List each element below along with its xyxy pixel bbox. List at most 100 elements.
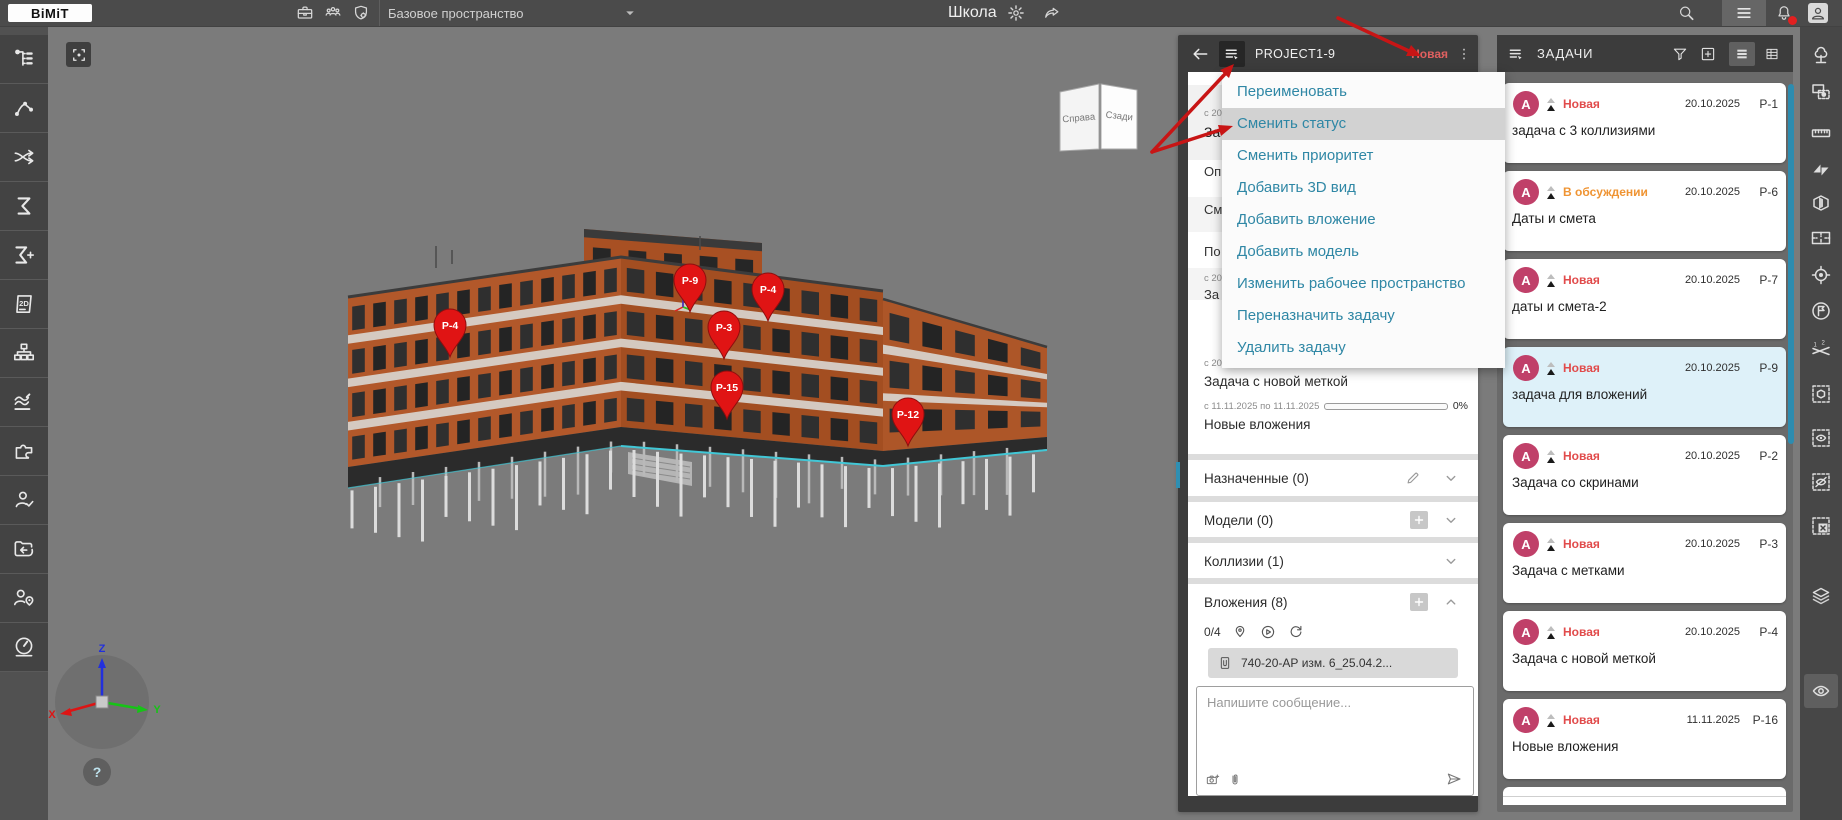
sidebar-item-sheet-2d[interactable]: 2D — [0, 280, 48, 329]
task-card-P-1[interactable]: A Новая 20.10.2025 P-1 задача с 3 коллизиями — [1503, 83, 1786, 163]
priority-icon — [1546, 96, 1556, 112]
sidebar-item-sum[interactable] — [0, 182, 48, 231]
chevron-up-icon[interactable] — [1442, 593, 1460, 611]
ruler-icon — [1809, 121, 1833, 145]
tool-selection-clear[interactable] — [1804, 509, 1838, 543]
task-card-P-9[interactable]: A Новая 20.10.2025 P-9 задача для вложений — [1503, 347, 1786, 427]
chevron-down-icon[interactable] — [1442, 511, 1460, 529]
task-card-P-6[interactable]: A В обсуждении 20.10.2025 P-6 Даты и смета — [1503, 171, 1786, 251]
workspace-selector[interactable]: Базовое пространство — [388, 0, 524, 26]
menu-item[interactable]: Переименовать — [1222, 76, 1505, 108]
kebab-icon[interactable] — [1456, 46, 1472, 62]
menu-item[interactable]: Сменить приоритет — [1222, 140, 1505, 172]
attachment-item[interactable]: 740-20-АР изм. 6_25.04.2... — [1208, 648, 1458, 678]
task-card-P-3[interactable]: A Новая 20.10.2025 P-3 Задача с метками — [1503, 523, 1786, 603]
admin-icon[interactable] — [351, 3, 371, 23]
menu-item[interactable]: Удалить задачу — [1222, 332, 1505, 364]
filter-icon[interactable] — [1671, 45, 1689, 63]
account-icon[interactable] — [1808, 3, 1828, 23]
tool-selection-eye[interactable] — [1804, 421, 1838, 455]
sidebar-item-gauge[interactable] — [0, 623, 48, 672]
chevron-down-icon[interactable] — [620, 3, 640, 23]
pin-filter-icon[interactable] — [1231, 623, 1249, 641]
projects-icon[interactable] — [295, 3, 315, 23]
app-logo[interactable]: BiMiT — [8, 4, 92, 22]
chevron-down-icon[interactable] — [1442, 552, 1460, 570]
section-Вложения (8)[interactable]: Вложения (8) — [1188, 584, 1478, 620]
message-input[interactable]: Напишите сообщение... — [1207, 695, 1351, 710]
sidebar-item-user-location[interactable] — [0, 574, 48, 623]
tool-cube-section[interactable] — [1804, 186, 1838, 220]
share-icon[interactable] — [1042, 3, 1062, 23]
notifications-button[interactable] — [1774, 3, 1797, 25]
sidebar-item-connections[interactable] — [0, 84, 48, 133]
sidebar-item-folder-transfer[interactable] — [0, 525, 48, 574]
tool-ruler[interactable] — [1804, 116, 1838, 150]
task-id: P-2 — [1759, 449, 1778, 463]
plan-view-icon — [1809, 226, 1833, 250]
avatar: A — [1513, 91, 1539, 117]
sidebar-item-sum-add[interactable] — [0, 231, 48, 280]
section-Коллизии (1)[interactable]: Коллизии (1) — [1188, 543, 1478, 579]
sidebar-item-org-chart[interactable] — [0, 329, 48, 378]
play-icon[interactable] — [1259, 623, 1277, 641]
add-task-icon[interactable] — [1699, 45, 1717, 63]
edit-icon[interactable] — [1404, 469, 1422, 487]
tool-selection-cube[interactable] — [1804, 377, 1838, 411]
subtask-row[interactable]: с 11.11.2025 по 11.11.2025 0% Новые вложен… — [1204, 399, 1468, 432]
attach-icon[interactable] — [1227, 772, 1243, 788]
team-icon[interactable] — [323, 3, 343, 23]
add-button[interactable] — [1410, 511, 1428, 529]
help-button[interactable]: ? — [83, 758, 111, 786]
table-view-button[interactable] — [1759, 42, 1785, 66]
tool-selection-eye-off[interactable] — [1804, 465, 1838, 499]
menu-item[interactable]: Переназначить задачу — [1222, 300, 1505, 332]
refresh-icon[interactable] — [1287, 623, 1305, 641]
sidebar-item-plugin-puzzle[interactable] — [0, 427, 48, 476]
task-card-P-7[interactable]: A Новая 20.10.2025 P-7 даты и смета-2 — [1503, 259, 1786, 339]
section-Модели (0)[interactable]: Модели (0) — [1188, 502, 1478, 538]
scrollbar[interactable] — [1788, 84, 1794, 444]
tool-locate-target[interactable] — [1804, 258, 1838, 292]
svg-text:2: 2 — [1822, 341, 1826, 347]
tool-grid-axes[interactable]: 12 — [1804, 334, 1838, 368]
tool-screenshot-frames[interactable] — [1804, 75, 1838, 109]
task-menu-button[interactable] — [1219, 40, 1245, 67]
task-card-P-2[interactable]: A Новая 20.10.2025 P-2 Задача со скринами — [1503, 435, 1786, 515]
tool-visibility[interactable] — [1804, 674, 1838, 708]
send-icon[interactable] — [1445, 770, 1463, 788]
section-Назначенные (0)[interactable]: Назначенные (0) — [1188, 460, 1478, 496]
sidebar-item-user-check[interactable] — [0, 476, 48, 525]
obscured-text: По — [1204, 244, 1221, 259]
camera-icon[interactable] — [1205, 772, 1221, 788]
attachments-counter: 0/4 — [1204, 625, 1221, 639]
obscured-text: За — [1204, 124, 1221, 140]
task-status: Новая — [1563, 361, 1600, 375]
tool-flag[interactable] — [1804, 294, 1838, 328]
tasks-menu-icon[interactable] — [1507, 45, 1525, 63]
task-card-P-16[interactable]: A Новая 11.11.2025 P-16 Новые вложения — [1503, 699, 1786, 779]
menu-item[interactable]: Сменить статус — [1222, 108, 1505, 140]
tool-section-plane[interactable] — [1804, 153, 1838, 187]
menu-item[interactable]: Добавить вложение — [1222, 204, 1505, 236]
settings-gear-icon[interactable] — [1006, 3, 1026, 23]
menu-item[interactable]: Изменить рабочее пространство — [1222, 268, 1505, 300]
tool-plan-view[interactable] — [1804, 221, 1838, 255]
list-view-button[interactable] — [1729, 41, 1755, 66]
sidebar-item-model-tree[interactable] — [0, 35, 48, 84]
search-icon[interactable] — [1676, 3, 1696, 23]
panel-toggle-button[interactable] — [1722, 0, 1766, 26]
menu-item[interactable]: Добавить модель — [1222, 236, 1505, 268]
sum-icon — [11, 193, 37, 219]
task-status-badge[interactable]: Новая — [1411, 47, 1448, 61]
add-button[interactable] — [1410, 593, 1428, 611]
focus-view-button[interactable] — [66, 42, 91, 67]
chevron-down-icon[interactable] — [1442, 469, 1460, 487]
tool-tree[interactable] — [1804, 38, 1838, 72]
sidebar-item-shuffle[interactable] — [0, 133, 48, 182]
tool-layers[interactable] — [1804, 579, 1838, 613]
menu-item[interactable]: Добавить 3D вид — [1222, 172, 1505, 204]
back-icon[interactable] — [1190, 44, 1210, 64]
task-card-P-4[interactable]: A Новая 20.10.2025 P-4 Задача с новой меткой — [1503, 611, 1786, 691]
sidebar-item-trend-chart[interactable] — [0, 378, 48, 427]
